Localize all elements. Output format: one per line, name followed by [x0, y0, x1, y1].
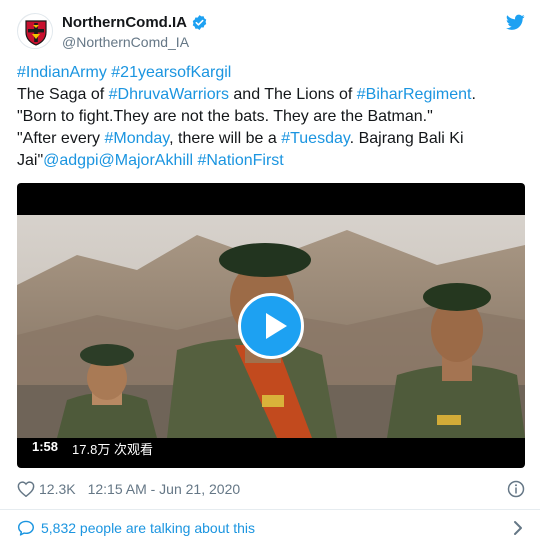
hashtag-link[interactable]: #IndianArmy [17, 64, 107, 81]
tweet-text-line: "Born to fight.They are not the bats. Th… [17, 106, 525, 128]
video-duration: 1:58 [32, 439, 59, 454]
tweet-embed-card: NorthernComd.IA @NorthernComd_IA #Indian… [0, 0, 540, 543]
info-icon[interactable] [507, 480, 525, 498]
heart-icon[interactable] [17, 481, 35, 497]
handle[interactable]: @NorthernComd_IA [62, 34, 208, 50]
tweet-text-segment: . [471, 86, 476, 103]
account-names: NorthernComd.IA @NorthernComd_IA [62, 12, 208, 50]
hashtag-link[interactable]: #NationFirst [197, 152, 283, 169]
tweet-header: NorthernComd.IA @NorthernComd_IA [17, 10, 525, 54]
twitter-bird-icon[interactable] [506, 14, 525, 31]
tweet-text-segment: The Saga of [17, 86, 109, 103]
video-player[interactable]: 1:58 17.8万 次观看 [17, 183, 525, 468]
northern-command-emblem-icon [18, 14, 52, 48]
tweet-meta: 12.3K 12:15 AM - Jun 21, 2020 [17, 478, 525, 500]
display-name[interactable]: NorthernComd.IA [62, 14, 187, 31]
mention-link[interactable]: @adgpi [43, 152, 98, 169]
hashtag-link[interactable]: #Tuesday [281, 130, 349, 147]
tweet-text-line: The Saga of #DhruvaWarriors and The Lion… [17, 84, 525, 106]
tweet-text-segment: "After every [17, 130, 105, 147]
conversation-count: 5,832 people are talking about this [41, 520, 256, 536]
play-button[interactable] [238, 293, 304, 359]
tweet-text-segment: "Born to fight.They are not the bats. Th… [17, 108, 433, 125]
video-meta: 1:58 17.8万 次观看 [32, 439, 153, 458]
comment-icon [18, 520, 34, 536]
hashtag-link[interactable]: #DhruvaWarriors [109, 86, 229, 103]
verified-badge-icon [192, 14, 207, 30]
tweet-text: #IndianArmy #21yearsofKargil The Saga of … [17, 62, 525, 172]
tweet-text-segment: Jai" [17, 152, 44, 169]
conversation-link[interactable]: 5,832 people are talking about this [17, 517, 525, 539]
video-views: 17.8万 次观看 [72, 442, 153, 457]
avatar[interactable] [17, 13, 53, 49]
tweet-text-segment: . Bajrang Bali Ki [349, 130, 464, 147]
mention-link[interactable]: @MajorAkhill [99, 152, 193, 169]
chevron-right-icon [514, 521, 522, 535]
like-count[interactable]: 12.3K [39, 481, 76, 497]
hashtag-link[interactable]: #BiharRegiment [357, 86, 472, 103]
tweet-text-line: "After every #Monday, there will be a #T… [17, 128, 525, 150]
tweet-timestamp[interactable]: 12:15 AM - Jun 21, 2020 [88, 481, 241, 497]
divider [0, 509, 540, 510]
tweet-text-line: Jai"@adgpi@MajorAkhill #NationFirst [17, 150, 525, 172]
play-icon [266, 313, 287, 339]
hashtag-link[interactable]: #Monday [104, 130, 169, 147]
tweet-text-segment: and The Lions of [228, 86, 357, 103]
tweet-text-segment: , there will be a [169, 130, 282, 147]
tweet-text-line: #IndianArmy #21yearsofKargil [17, 62, 525, 84]
hashtag-link[interactable]: #21yearsofKargil [111, 64, 231, 81]
